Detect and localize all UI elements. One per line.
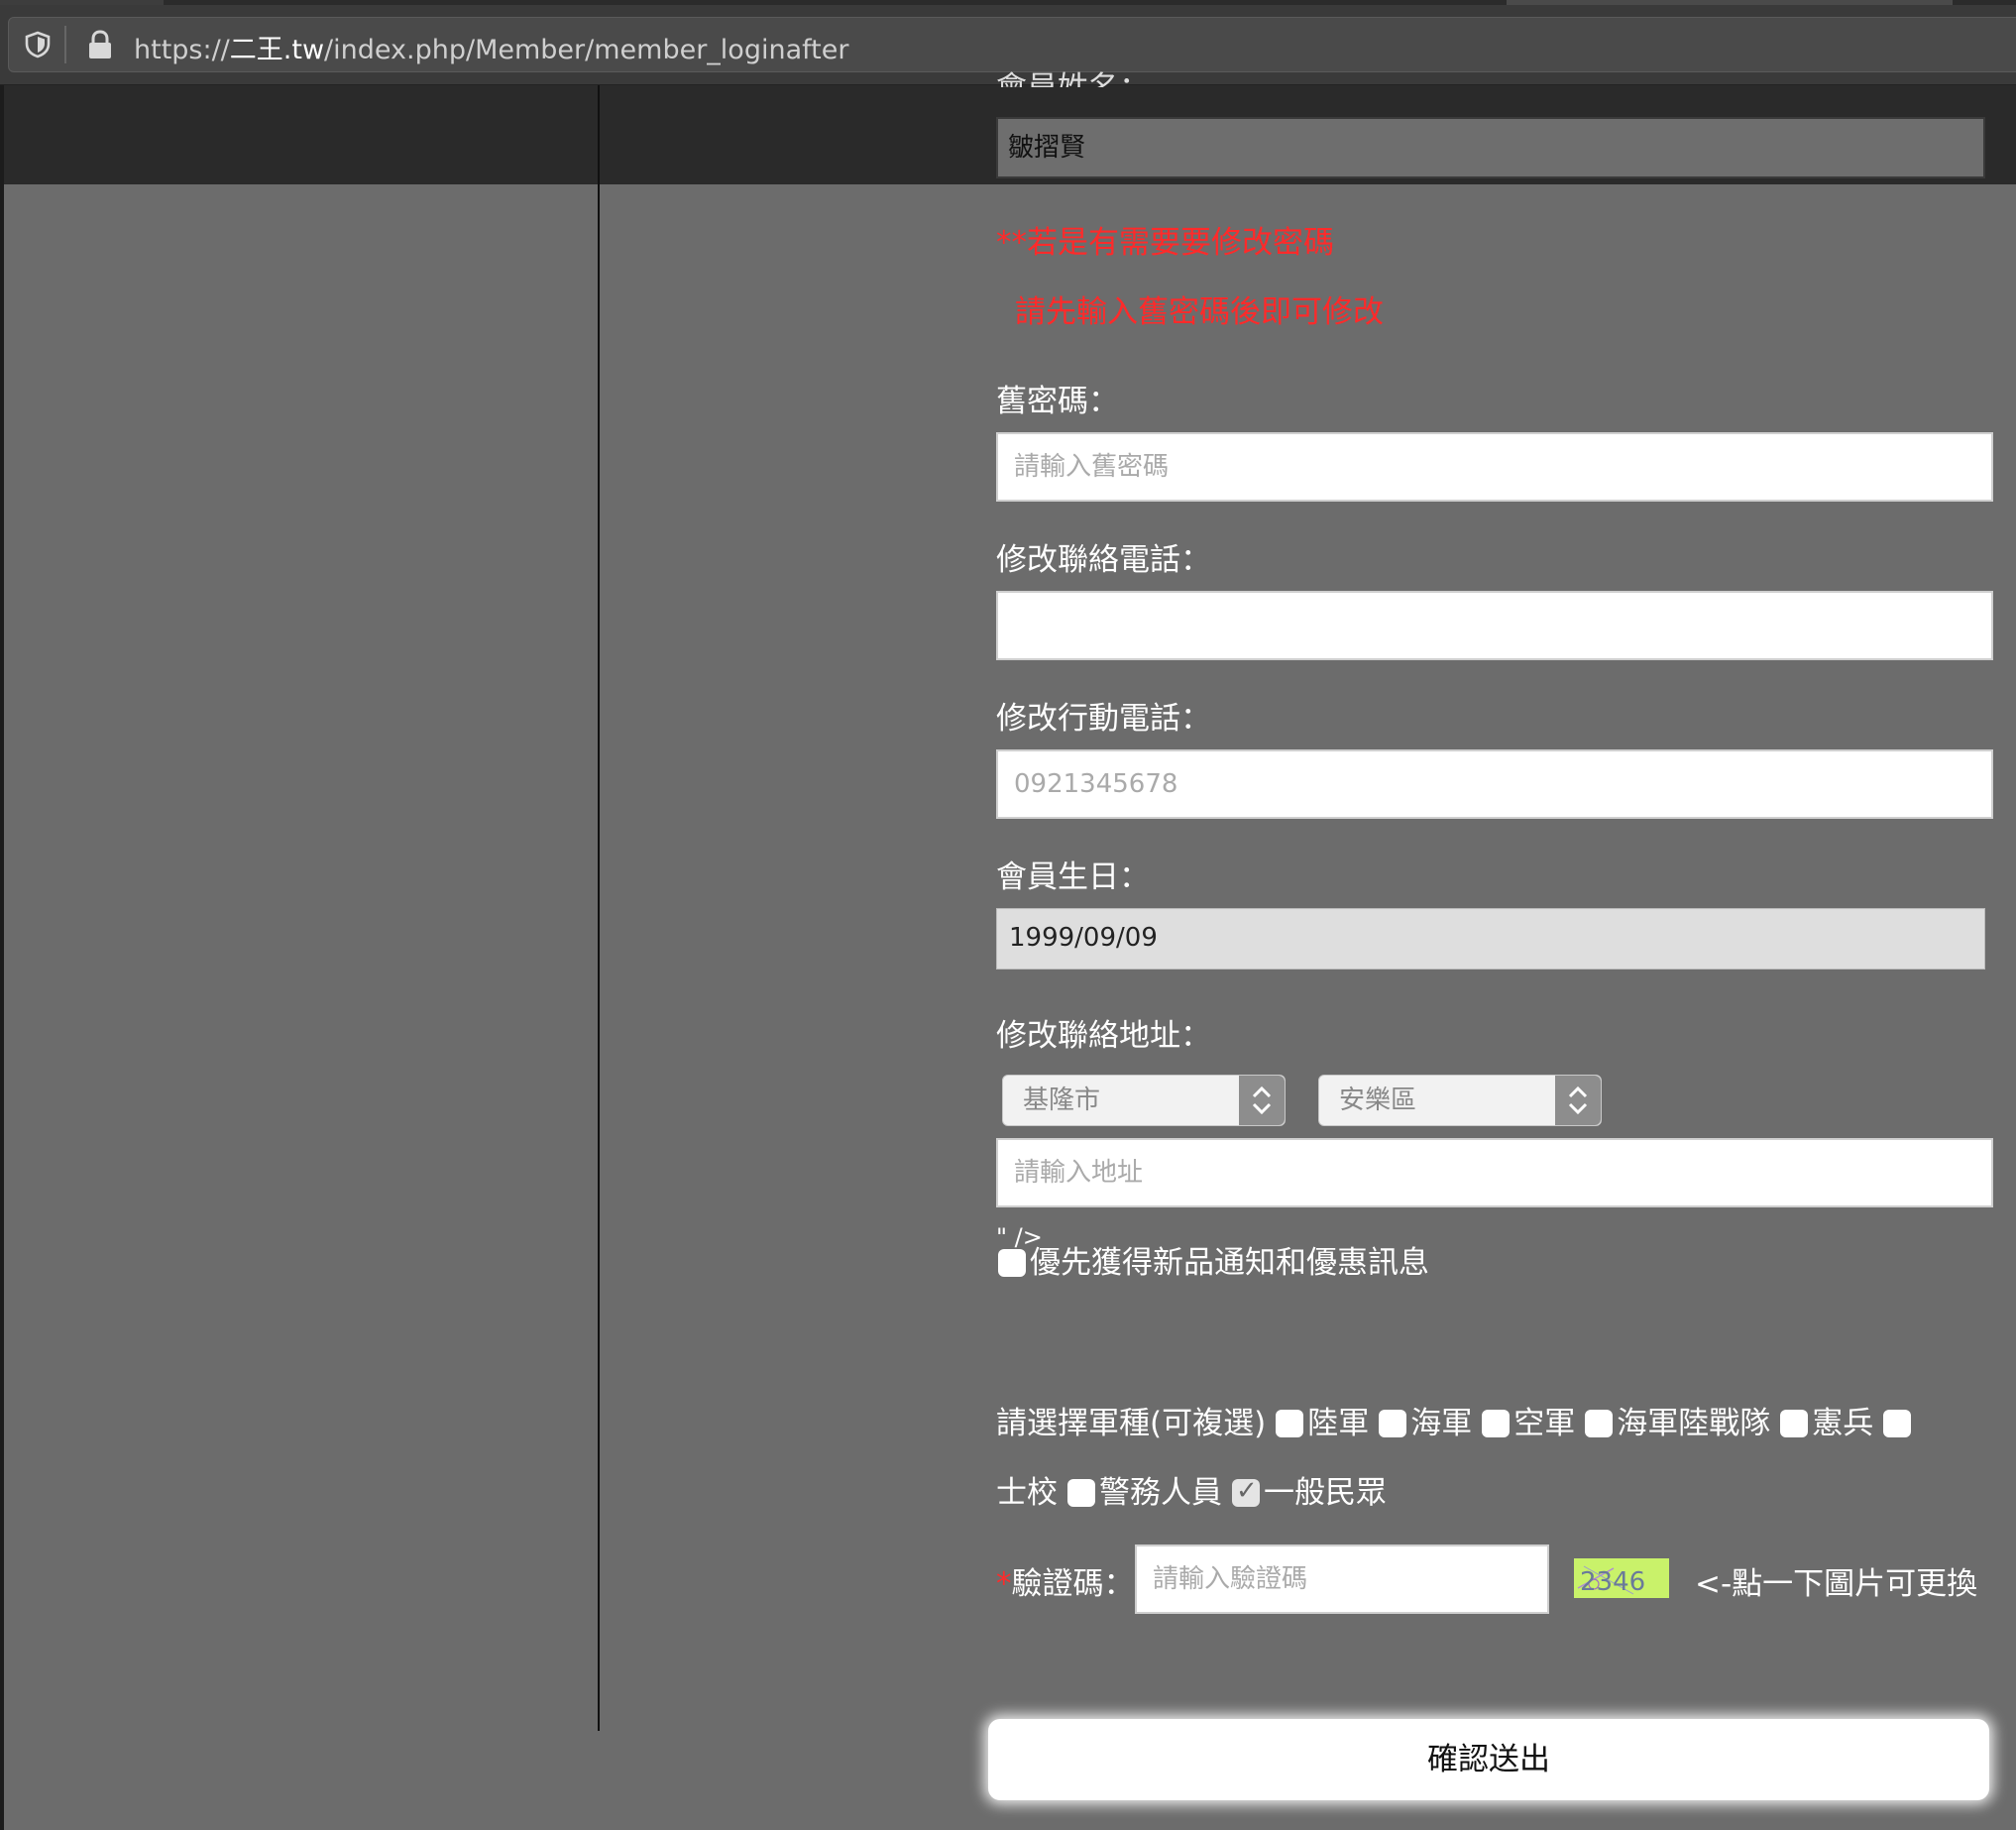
army-checkbox[interactable] <box>1276 1409 1304 1437</box>
military-option-label: 士校 <box>996 1475 1058 1511</box>
shield-icon[interactable] <box>23 30 53 59</box>
select-arrows-icon <box>1555 1076 1601 1125</box>
lock-icon[interactable] <box>86 29 114 60</box>
military-option-label: 空軍 <box>1513 1406 1576 1441</box>
old-password-label: 舊密碼： <box>996 384 1119 419</box>
newsletter-label: 優先獲得新品通知和優惠訊息 <box>1030 1245 1429 1281</box>
captcha-noise: 2346 <box>1577 1565 1645 1597</box>
select-arrows-icon <box>1239 1076 1285 1125</box>
phone-label: 修改聯絡電話： <box>996 542 1211 578</box>
military-option-label: 憲兵 <box>1812 1406 1874 1441</box>
address-input[interactable]: 請輸入地址 <box>996 1138 1993 1207</box>
mobile-input[interactable]: 0921345678 <box>996 749 1993 819</box>
captcha-input[interactable]: 請輸入驗證碼 <box>1135 1544 1549 1614</box>
mobile-label: 修改行動電話： <box>996 701 1211 737</box>
captcha-label: 驗證碼： <box>1011 1566 1135 1602</box>
captcha-image[interactable]: 2346 <box>1574 1558 1669 1598</box>
district-select-value: 安樂區 <box>1339 1086 1417 1115</box>
left-edge <box>0 85 4 1830</box>
air-force-checkbox[interactable] <box>1482 1409 1511 1437</box>
url-text[interactable]: https://二王.tw/index.php/Member/member_lo… <box>134 28 848 66</box>
police-checkbox[interactable] <box>1067 1478 1095 1507</box>
military-police-checkbox[interactable] <box>1780 1409 1809 1437</box>
military-option-label: 海軍陸戰隊 <box>1617 1406 1771 1441</box>
required-mark: * <box>996 1566 1012 1602</box>
newsletter-row: 優先獲得新品通知和優惠訊息 <box>996 1237 1429 1282</box>
birthday-field: 1999/09/09 <box>996 908 1985 970</box>
newsletter-checkbox[interactable] <box>998 1248 1026 1277</box>
military-option-label: 一般民眾 <box>1264 1475 1387 1511</box>
name-label: 會員姓名： <box>996 63 1150 87</box>
city-select-value: 基隆市 <box>1023 1086 1101 1115</box>
city-select[interactable]: 基隆市 <box>1002 1075 1286 1126</box>
name-field: 皺摺賢 <box>996 117 1985 178</box>
birthday-label: 會員生日： <box>996 859 1150 895</box>
marines-checkbox[interactable] <box>1585 1409 1614 1437</box>
column-divider <box>598 85 600 1731</box>
military-option-label: 陸軍 <box>1307 1406 1370 1441</box>
captcha-label-group: *驗證碼： <box>996 1558 1135 1603</box>
civilian-checkbox[interactable] <box>1232 1476 1260 1507</box>
military-row-2: 士校 警務人員 一般民眾 <box>996 1467 1387 1512</box>
address-divider <box>64 26 66 63</box>
address-label: 修改聯絡地址： <box>996 1018 1211 1054</box>
military-row-1: 請選擇軍種(可複選) 陸軍 海軍 空軍 海軍陸戰隊 憲兵 <box>996 1398 1915 1442</box>
nco-school-checkbox[interactable] <box>1883 1409 1912 1437</box>
phone-input[interactable] <box>996 591 1993 660</box>
password-notice-line2: 請先輸入舊密碼後即可修改 <box>1015 294 1384 330</box>
old-password-input[interactable]: 請輸入舊密碼 <box>996 432 1993 502</box>
navy-checkbox[interactable] <box>1379 1409 1407 1437</box>
password-notice-line1: **若是有需要要修改密碼 <box>996 225 1334 261</box>
captcha-text: 2346 <box>1580 1567 1645 1597</box>
submit-button[interactable]: 確認送出 <box>988 1719 1989 1800</box>
district-select[interactable]: 安樂區 <box>1318 1075 1602 1126</box>
military-option-label: 海軍 <box>1410 1406 1473 1441</box>
military-option-label: 警務人員 <box>1099 1475 1222 1511</box>
military-prompt: 請選擇軍種(可複選) <box>996 1406 1267 1441</box>
captcha-hint: <-點一下圖片可更換 <box>1695 1566 1978 1602</box>
